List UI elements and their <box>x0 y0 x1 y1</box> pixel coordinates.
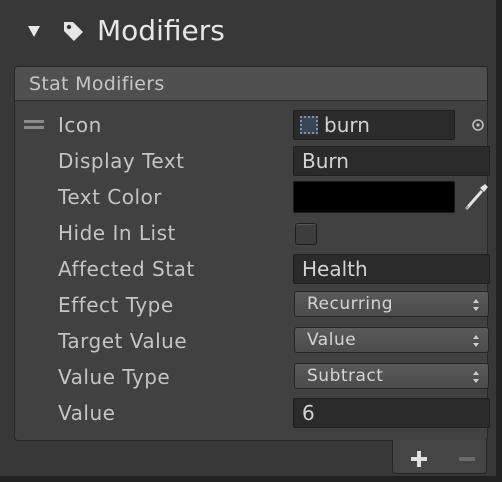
target-value-dropdown[interactable]: Value <box>294 327 489 353</box>
list-header: Stat Modifiers <box>15 67 487 101</box>
add-element-button[interactable] <box>408 448 430 470</box>
hide-in-list-checkbox[interactable] <box>295 223 317 245</box>
dropdown-arrows-icon <box>473 371 479 383</box>
sprite-icon <box>300 116 318 134</box>
display-text-label: Display Text <box>58 149 185 173</box>
dropdown-arrows-icon <box>473 299 479 311</box>
value-input[interactable]: 6 <box>293 398 490 428</box>
icon-label: Icon <box>58 113 102 137</box>
text-color-label: Text Color <box>58 185 163 209</box>
icon-object-field[interactable]: burn <box>293 110 455 140</box>
drag-handle-icon[interactable] <box>24 120 44 130</box>
eyedropper-icon[interactable] <box>462 182 490 212</box>
text-color-swatch[interactable] <box>293 181 455 213</box>
effect-type-dropdown[interactable]: Recurring <box>294 291 489 317</box>
section-title: Modifiers <box>97 14 225 47</box>
target-value-label: Target Value <box>58 329 188 353</box>
dropdown-arrows-icon <box>473 335 479 347</box>
window-edge-right <box>496 0 502 482</box>
list-title: Stat Modifiers <box>29 73 165 95</box>
display-text-input[interactable]: Burn <box>293 146 490 176</box>
icon-value: burn <box>324 113 370 137</box>
target-value-value: Value <box>307 330 357 350</box>
object-picker-icon[interactable] <box>471 118 485 132</box>
window-edge-bottom <box>0 476 502 482</box>
affected-stat-label: Affected Stat <box>58 257 195 281</box>
inspector-panel: Modifiers Stat Modifiers Icon burn Displ… <box>0 0 502 482</box>
value-type-dropdown[interactable]: Subtract <box>294 363 489 389</box>
value-label: Value <box>58 401 116 425</box>
hide-in-list-label: Hide In List <box>58 221 176 245</box>
modifiers-header[interactable]: Modifiers <box>0 0 496 62</box>
affected-stat-input[interactable]: Health <box>293 254 490 284</box>
value-type-value: Subtract <box>307 366 384 386</box>
effect-type-value: Recurring <box>307 294 394 314</box>
remove-element-button[interactable] <box>456 448 478 470</box>
foldout-arrow-icon[interactable] <box>28 26 40 37</box>
tag-icon <box>64 22 83 41</box>
effect-type-label: Effect Type <box>58 293 174 317</box>
list-footer <box>392 440 487 474</box>
value-type-label: Value Type <box>58 365 171 389</box>
